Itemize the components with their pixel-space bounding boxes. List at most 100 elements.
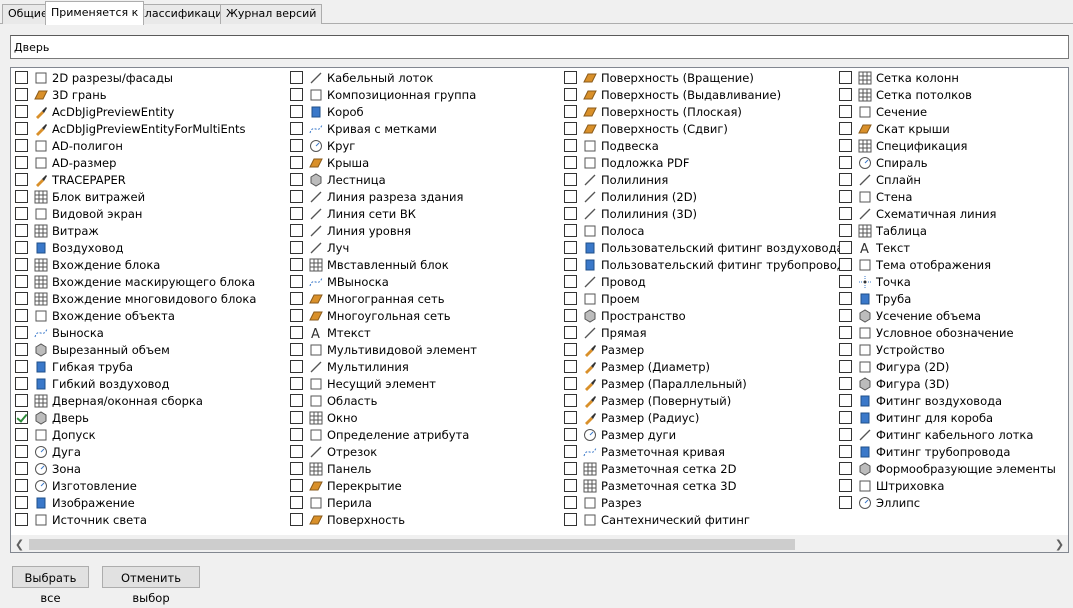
- list-item[interactable]: Полилиния (2D): [560, 188, 852, 205]
- list-item[interactable]: Поверхность (Плоская): [560, 103, 852, 120]
- list-item[interactable]: Фитинг воздуховода: [835, 392, 1056, 409]
- checkbox[interactable]: [15, 190, 28, 203]
- checkbox[interactable]: [290, 292, 303, 305]
- list-item[interactable]: Полоса: [560, 222, 852, 239]
- checkbox[interactable]: [564, 71, 577, 84]
- list-item[interactable]: Линия уровня: [286, 222, 477, 239]
- list-item[interactable]: Дверь: [11, 409, 256, 426]
- list-item[interactable]: Крыша: [286, 154, 477, 171]
- checkbox[interactable]: [15, 462, 28, 475]
- checkbox[interactable]: [564, 326, 577, 339]
- checkbox[interactable]: [564, 428, 577, 441]
- list-item[interactable]: Размер (Повернутый): [560, 392, 852, 409]
- checkbox[interactable]: [290, 513, 303, 526]
- list-item[interactable]: Кабельный лоток: [286, 69, 477, 86]
- checkbox[interactable]: [15, 377, 28, 390]
- list-item[interactable]: Гибкая труба: [11, 358, 256, 375]
- list-item[interactable]: МВыноска: [286, 273, 477, 290]
- checkbox[interactable]: [839, 292, 852, 305]
- checkbox[interactable]: [564, 105, 577, 118]
- list-item[interactable]: Поверхность (Вращение): [560, 69, 852, 86]
- list-item[interactable]: Скат крыши: [835, 120, 1056, 137]
- checkbox[interactable]: [564, 88, 577, 101]
- list-item[interactable]: Линия сети ВК: [286, 205, 477, 222]
- checkbox[interactable]: [839, 479, 852, 492]
- list-item[interactable]: Вхождение многовидового блока: [11, 290, 256, 307]
- list-item[interactable]: Точка: [835, 273, 1056, 290]
- checkbox[interactable]: [839, 224, 852, 237]
- list-item[interactable]: Сетка колонн: [835, 69, 1056, 86]
- checkbox[interactable]: [839, 360, 852, 373]
- list-item[interactable]: Полилиния (3D): [560, 205, 852, 222]
- list-item[interactable]: Сантехнический фитинг: [560, 511, 852, 528]
- checkbox[interactable]: [15, 411, 28, 424]
- checkbox[interactable]: [564, 309, 577, 322]
- checkbox[interactable]: [15, 207, 28, 220]
- checkbox[interactable]: [290, 156, 303, 169]
- checkbox[interactable]: [15, 88, 28, 101]
- list-item[interactable]: Изображение: [11, 494, 256, 511]
- checkbox[interactable]: [15, 292, 28, 305]
- list-item[interactable]: Труба: [835, 290, 1056, 307]
- list-item[interactable]: Мультивидовой элемент: [286, 341, 477, 358]
- checkbox[interactable]: [290, 139, 303, 152]
- list-item[interactable]: Размер: [560, 341, 852, 358]
- list-item[interactable]: Провод: [560, 273, 852, 290]
- checkbox[interactable]: [564, 275, 577, 288]
- list-item[interactable]: Разметочная сетка 2D: [560, 460, 852, 477]
- checkbox[interactable]: [839, 241, 852, 254]
- checkbox[interactable]: [564, 241, 577, 254]
- list-item[interactable]: Перила: [286, 494, 477, 511]
- list-item[interactable]: 3D грань: [11, 86, 256, 103]
- checkbox[interactable]: [564, 479, 577, 492]
- list-item[interactable]: Спираль: [835, 154, 1056, 171]
- list-item[interactable]: Сечение: [835, 103, 1056, 120]
- list-item[interactable]: Поверхность (Выдавливание): [560, 86, 852, 103]
- list-item[interactable]: Изготовление: [11, 477, 256, 494]
- checkbox[interactable]: [564, 462, 577, 475]
- checkbox[interactable]: [839, 258, 852, 271]
- checkbox[interactable]: [15, 343, 28, 356]
- scroll-thumb[interactable]: [29, 539, 795, 550]
- checkbox[interactable]: [290, 105, 303, 118]
- list-item[interactable]: Дверная/оконная сборка: [11, 392, 256, 409]
- checkbox[interactable]: [290, 258, 303, 271]
- checkbox[interactable]: [290, 479, 303, 492]
- list-item[interactable]: Вхождение объекта: [11, 307, 256, 324]
- checkbox[interactable]: [15, 224, 28, 237]
- list-item[interactable]: Несущий элемент: [286, 375, 477, 392]
- list-item[interactable]: AcDbJigPreviewEntityForMultiEnts: [11, 120, 256, 137]
- checkbox[interactable]: [15, 275, 28, 288]
- checkbox[interactable]: [564, 190, 577, 203]
- checkbox[interactable]: [290, 428, 303, 441]
- checkbox[interactable]: [564, 139, 577, 152]
- checkbox[interactable]: [564, 343, 577, 356]
- list-item[interactable]: Схематичная линия: [835, 205, 1056, 222]
- list-item[interactable]: Размер (Диаметр): [560, 358, 852, 375]
- list-item[interactable]: Определение атрибута: [286, 426, 477, 443]
- list-item[interactable]: Формообразующие элементы: [835, 460, 1056, 477]
- list-item[interactable]: Спецификация: [835, 137, 1056, 154]
- list-item[interactable]: Тема отображения: [835, 256, 1056, 273]
- checkbox[interactable]: [290, 394, 303, 407]
- list-item[interactable]: Зона: [11, 460, 256, 477]
- checkbox[interactable]: [290, 241, 303, 254]
- list-item[interactable]: Поверхность: [286, 511, 477, 528]
- scroll-left-arrow-icon[interactable]: ❮: [11, 536, 28, 552]
- checkbox[interactable]: [564, 360, 577, 373]
- list-item[interactable]: Эллипс: [835, 494, 1056, 511]
- list-item[interactable]: Лестница: [286, 171, 477, 188]
- checkbox[interactable]: [15, 258, 28, 271]
- list-item[interactable]: Разметочная кривая: [560, 443, 852, 460]
- list-item[interactable]: Разрез: [560, 494, 852, 511]
- list-item[interactable]: Размер дуги: [560, 426, 852, 443]
- checkbox[interactable]: [290, 71, 303, 84]
- checkbox[interactable]: [839, 122, 852, 135]
- tab-version-history[interactable]: Журнал версий: [220, 4, 323, 24]
- list-item[interactable]: Вырезанный объем: [11, 341, 256, 358]
- checkbox[interactable]: [15, 428, 28, 441]
- list-item[interactable]: AD-размер: [11, 154, 256, 171]
- list-item[interactable]: Фигура (3D): [835, 375, 1056, 392]
- checkbox[interactable]: [564, 377, 577, 390]
- list-item[interactable]: Подложка PDF: [560, 154, 852, 171]
